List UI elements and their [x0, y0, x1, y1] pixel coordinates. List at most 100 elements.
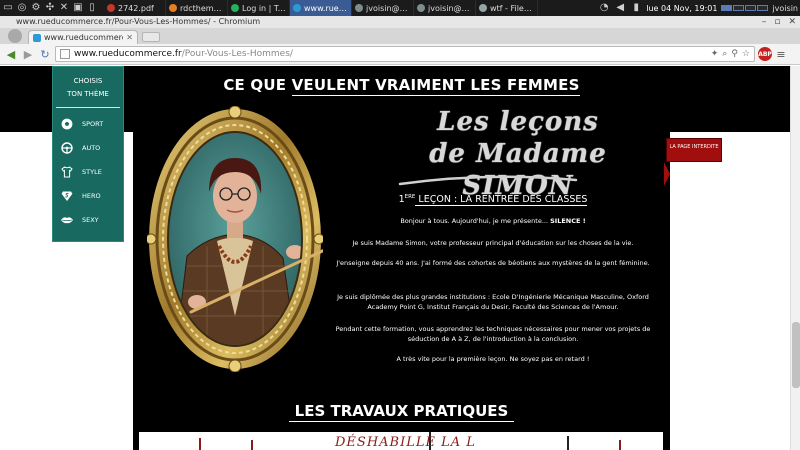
close-icon[interactable]: ✕: [788, 16, 796, 28]
body-paragraph: A très vite pour la première leçon. Ne s…: [396, 355, 590, 363]
task-list: 2742.pdf rdctheme5.j... Log in | Tu... w…: [104, 0, 538, 16]
headline-prefix: CE QUE: [223, 76, 292, 94]
portrait-frame: [145, 105, 361, 373]
vertical-scrollbar[interactable]: [790, 66, 800, 450]
task-label: Log in | Tu...: [242, 3, 286, 13]
address-bar[interactable]: www.rueducommerce.fr/Pour-Vous-Les-Homme…: [55, 46, 755, 62]
task-label: jvoisin@ka...: [366, 3, 410, 13]
task-item[interactable]: Log in | Tu...: [228, 0, 290, 16]
task-label: rdctheme5.j...: [180, 3, 224, 13]
minimize-icon[interactable]: –: [762, 16, 767, 28]
task-item[interactable]: jvoisin@ka...: [414, 0, 476, 16]
system-tray: ◔ ◀ ▮ lue 04 Nov, 19:01 jvoisin: [598, 2, 800, 14]
task-label: wtf - File M...: [490, 3, 534, 13]
forbidden-page-badge[interactable]: LA PAGE INTERDITE: [666, 138, 722, 162]
url-path: /Pour-Vous-Les-Hommes/: [181, 49, 293, 59]
theme-menu-title-line: TON THÈME: [67, 90, 109, 98]
workspace[interactable]: [757, 5, 769, 11]
clock[interactable]: lue 04 Nov, 19:01: [646, 4, 717, 13]
theme-item-sport[interactable]: SPORT: [53, 112, 123, 136]
volume-icon[interactable]: ◀: [614, 2, 626, 14]
maximize-icon[interactable]: ▫: [774, 16, 780, 28]
favicon-icon: [33, 33, 41, 42]
browser-toolbar: ◀ ▶ ↻ www.rueducommerce.fr/Pour-Vous-Les…: [0, 44, 800, 65]
intro-text: Bonjour à tous. Aujourd'hui, je me prése…: [400, 217, 551, 225]
lock-icon[interactable]: ▣: [72, 2, 84, 14]
theme-menu-title-line: CHOISIS: [73, 77, 103, 85]
intro-paragraph: Bonjour à tous. Aujourd'hui, je me prése…: [333, 216, 653, 226]
workspace-pager[interactable]: [721, 5, 769, 11]
workspace[interactable]: [745, 5, 757, 11]
window-controls: – ▫ ✕: [762, 16, 796, 28]
title-line-2: de Madame SIMON: [429, 139, 607, 201]
main-content: CE QUE VEULENT VRAIMENT LES FEMMES Les l…: [133, 66, 670, 450]
soccer-ball-icon: [60, 117, 74, 131]
decor-mark: [567, 436, 569, 450]
theme-item-label: SPORT: [82, 120, 104, 128]
app-icon: [231, 4, 239, 12]
tools-icon[interactable]: ✕: [58, 2, 70, 14]
theme-item-hero[interactable]: HERO: [53, 184, 123, 208]
profile-icon[interactable]: [8, 29, 22, 43]
theme-item-style[interactable]: STYLE: [53, 160, 123, 184]
network-icon[interactable]: ✣: [44, 2, 56, 14]
header-band: [670, 66, 790, 132]
file-icon[interactable]: ▯: [86, 2, 98, 14]
theme-menu-title: CHOISIS TON THÈME: [53, 75, 123, 101]
search-icon[interactable]: ⌕: [722, 49, 727, 59]
app-icon: [417, 4, 425, 12]
task-item[interactable]: rdctheme5.j...: [166, 0, 228, 16]
settings-icon[interactable]: ⚙: [30, 2, 42, 14]
wifi-icon[interactable]: ◔: [598, 2, 610, 14]
theme-item-label: STYLE: [82, 168, 102, 176]
window-titlebar: www.rueducommerce.fr/Pour-Vous-Les-Homme…: [0, 16, 800, 28]
forward-icon[interactable]: ▶: [21, 47, 35, 61]
task-label: jvoisin@ka...: [428, 3, 472, 13]
decor-mark: [619, 440, 621, 450]
terminal-icon[interactable]: ▭: [2, 2, 14, 14]
theme-item-label: HERO: [82, 192, 101, 200]
scrollbar-thumb[interactable]: [792, 322, 800, 388]
superhero-emblem-icon: [60, 189, 74, 203]
lesson-ordinal: ERE: [404, 194, 416, 200]
reload-icon[interactable]: ↻: [38, 47, 52, 61]
tab-close-icon[interactable]: ✕: [126, 33, 133, 42]
chalk-swoosh: [398, 175, 578, 186]
practice-preview-image[interactable]: DÉSHABILLE LA L: [139, 432, 663, 450]
page-viewport: CE QUE VEULENT VRAIMENT LES FEMMES Les l…: [0, 66, 800, 450]
user-name[interactable]: jvoisin: [772, 4, 798, 13]
task-item[interactable]: jvoisin@ka...: [352, 0, 414, 16]
app-icon: [107, 4, 115, 12]
browser-tab[interactable]: www.rueducommerce.fr ✕: [28, 30, 138, 44]
adblock-icon[interactable]: ABP: [758, 47, 772, 61]
theme-item-auto[interactable]: AUTO: [53, 136, 123, 160]
task-label: 2742.pdf: [118, 3, 154, 13]
back-icon[interactable]: ◀: [4, 47, 18, 61]
app-icon: [355, 4, 363, 12]
app-icon: [479, 4, 487, 12]
theme-item-sexy[interactable]: SEXY: [53, 208, 123, 232]
lesson-heading: 1ERE LEÇON : LA RENTRÉE DES CLASSES: [333, 194, 653, 207]
lips-icon: [60, 213, 74, 227]
browser-menu-icon[interactable]: ≡: [775, 48, 787, 61]
translate-icon[interactable]: ⚲: [731, 49, 738, 59]
task-item[interactable]: 2742.pdf: [104, 0, 166, 16]
task-item[interactable]: www.ruedu...: [290, 0, 352, 16]
section-heading-text: LES TRAVAUX PRATIQUES: [288, 402, 515, 422]
lesson-title: LEÇON : LA RENTRÉE DES CLASSES: [415, 194, 588, 207]
body-paragraph: Pendant cette formation, vous apprendrez…: [335, 325, 651, 343]
new-tab-button[interactable]: [142, 32, 160, 42]
page-icon: [60, 49, 70, 59]
chromium-icon[interactable]: ◎: [16, 2, 28, 14]
body-paragraph: Je suis Madame Simon, votre professeur p…: [352, 239, 634, 247]
bookmark-star-icon[interactable]: ☆: [742, 49, 750, 59]
extension-icon[interactable]: ✦: [711, 49, 719, 59]
headline-underlined: VEULENT VRAIMENT LES FEMMES: [291, 76, 580, 96]
battery-icon[interactable]: ▮: [630, 2, 642, 14]
decor-mark: [199, 438, 201, 450]
workspace[interactable]: [733, 5, 745, 11]
app-icon: [169, 4, 177, 12]
workspace[interactable]: [721, 5, 733, 11]
task-item[interactable]: wtf - File M...: [476, 0, 538, 16]
preview-caption: DÉSHABILLE LA L: [335, 435, 476, 450]
